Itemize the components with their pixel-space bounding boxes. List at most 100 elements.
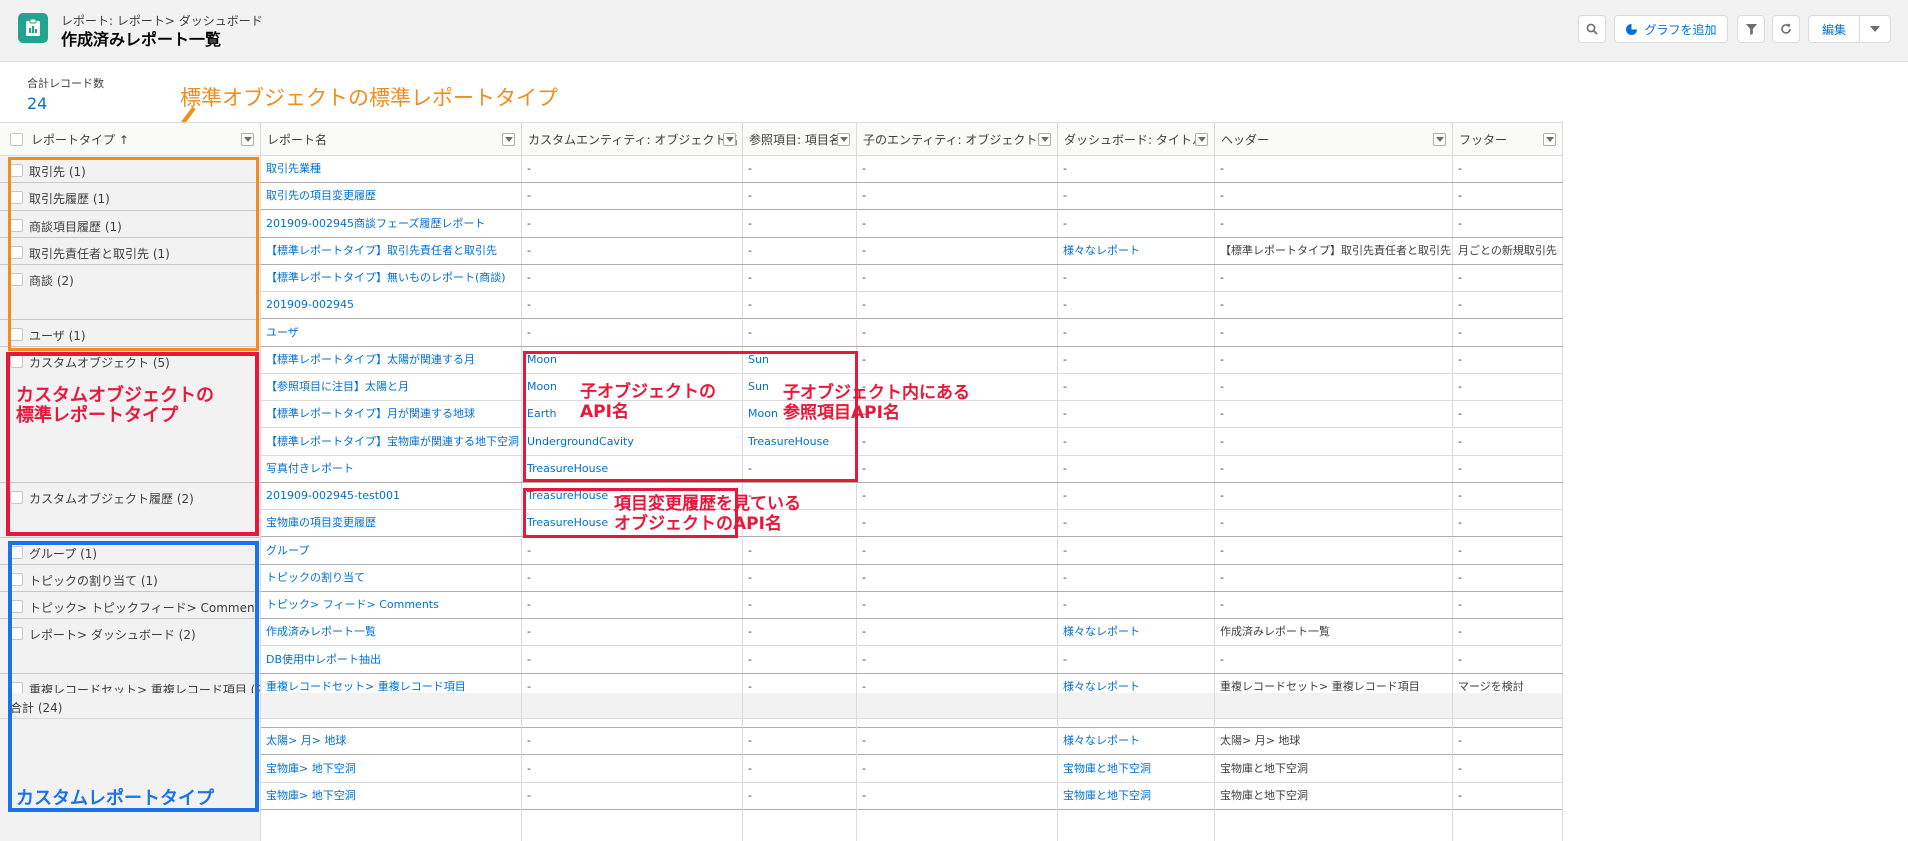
group-cell[interactable]: グループ (1) [0, 537, 261, 565]
search-button[interactable] [1578, 15, 1606, 43]
add-chart-button[interactable]: グラフを追加 [1614, 15, 1728, 43]
edit-button[interactable]: 編集 [1808, 15, 1860, 43]
table-cell: - [1453, 537, 1563, 564]
group-checkbox[interactable] [10, 600, 23, 613]
column-menu-icon[interactable] [241, 133, 254, 146]
edit-menu-button[interactable] [1859, 15, 1891, 43]
table-cell: - [1215, 183, 1453, 210]
report-name-link[interactable]: ユーザ [261, 319, 522, 346]
column-header-5[interactable]: ダッシュボード: タイトル [1058, 123, 1215, 156]
report-name-link[interactable]: グループ [261, 537, 522, 564]
report-name-link[interactable]: 写真付きレポート [261, 455, 522, 482]
report-name-link[interactable]: 宝物庫の項目変更履歴 [261, 510, 522, 537]
report-name-link[interactable]: 取引先の項目変更履歴 [261, 183, 522, 210]
group-cell[interactable]: ユーザ (1) [0, 319, 261, 347]
page-header: レポート: レポート> ダッシュボード 作成済みレポート一覧 グラフを追加 編集 [0, 0, 1908, 62]
table-cell[interactable]: 様々なレポート [1058, 237, 1215, 264]
report-name-link[interactable]: 取引先業種 [261, 156, 522, 182]
table-cell: - [1453, 401, 1563, 428]
report-name-link[interactable]: トピックの割り当て [261, 564, 522, 591]
group-cell[interactable]: 取引先 (1) [0, 156, 261, 184]
table-cell: - [1215, 428, 1453, 455]
report-name-link[interactable]: 【標準レポートタイプ】宝物庫が関連する地下空洞 [261, 428, 522, 455]
report-name-link[interactable]: 【標準レポートタイプ】太陽が関連する月 [261, 346, 522, 373]
group-checkbox[interactable] [10, 218, 23, 232]
table-cell: 【標準レポートタイプ】取引先責任者と取引先 [1215, 237, 1453, 264]
table-cell: - [1215, 210, 1453, 237]
table-cell: - [1453, 210, 1563, 237]
column-header-4[interactable]: 子のエンティティ: オブジェクト名 [857, 123, 1058, 156]
report-name-link[interactable]: 【標準レポートタイプ】取引先責任者と取引先 [261, 237, 522, 264]
report-name-link[interactable]: 【参照項目に注目】太陽と月 [261, 374, 522, 400]
group-label: カスタムオブジェクト (5) [29, 355, 170, 370]
table-row: 201909-002945商談フェーズ履歴レポート - - - - - - [261, 210, 1563, 238]
group-label: 取引先履歴 (1) [29, 192, 110, 207]
group-checkbox[interactable] [10, 327, 23, 341]
table-cell[interactable]: TreasureHouse [743, 428, 857, 455]
group-cell[interactable]: 取引先責任者と取引先 (1) [0, 237, 261, 265]
table-cell: - [1215, 319, 1453, 346]
group-checkbox[interactable] [10, 191, 23, 205]
table-cell: - [743, 292, 857, 319]
group-cell[interactable]: トピック> トピックフィード> Comments (1) [0, 592, 261, 620]
group-checkbox[interactable] [10, 245, 23, 259]
group-checkbox[interactable] [10, 354, 23, 368]
column-header-0[interactable]: レポートタイプ ↑ [0, 123, 261, 156]
table-cell[interactable]: TreasureHouse [522, 455, 743, 482]
column-menu-icon[interactable] [1038, 133, 1051, 146]
select-all-checkbox[interactable] [10, 133, 23, 146]
group-checkbox[interactable] [10, 491, 23, 504]
group-cell[interactable]: レポート> ダッシュボード (2) [0, 619, 261, 674]
group-checkbox[interactable] [10, 164, 23, 177]
group-cell[interactable]: 商談 (2) [0, 265, 261, 320]
refresh-button[interactable] [1772, 15, 1800, 43]
column-header-1[interactable]: レポート名 [261, 123, 522, 156]
report-name-link[interactable]: トピック> フィード> Comments [261, 592, 522, 618]
group-cell[interactable]: 商談項目履歴 (1) [0, 210, 261, 238]
table-cell: - [522, 564, 743, 591]
report-name-link[interactable]: 201909-002945-test001 [261, 483, 522, 509]
search-icon [1586, 23, 1598, 35]
table-cell: - [743, 619, 857, 646]
column-menu-icon[interactable] [723, 133, 736, 146]
group-checkbox[interactable] [10, 572, 23, 586]
table-cell[interactable]: 様々なレポート [1058, 619, 1215, 646]
report-name-link[interactable]: 201909-002945 [261, 292, 522, 319]
report-name-link[interactable]: 作成済みレポート一覧 [261, 619, 522, 646]
table-cell: - [1453, 265, 1563, 291]
group-checkbox[interactable] [10, 627, 23, 641]
report-name-link[interactable]: DB使用中レポート抽出 [261, 646, 522, 673]
table-cell: - [1058, 210, 1215, 237]
table-cell: - [743, 537, 857, 564]
column-menu-icon[interactable] [502, 133, 515, 146]
column-header-6[interactable]: ヘッダー [1215, 123, 1453, 156]
filter-button[interactable] [1737, 15, 1765, 43]
group-label: トピック> トピックフィード> Comments (1) [29, 601, 261, 615]
column-menu-icon[interactable] [1433, 133, 1446, 146]
table-cell: - [1058, 428, 1215, 455]
table-cell: - [522, 183, 743, 210]
column-header-label: 子のエンティティ: オブジェクト名 [863, 133, 1050, 147]
group-cell[interactable]: トピックの割り当て (1) [0, 564, 261, 592]
column-header-3[interactable]: 参照項目: 項目名 [743, 123, 857, 156]
group-checkbox[interactable] [10, 273, 23, 286]
column-header-7[interactable]: フッター [1453, 123, 1563, 156]
group-checkbox[interactable] [10, 545, 23, 559]
report-name-link[interactable]: 201909-002945商談フェーズ履歴レポート [261, 210, 522, 237]
table-cell: - [1215, 156, 1453, 182]
report-name-link[interactable]: 【標準レポートタイプ】月が関連する地球 [261, 401, 522, 428]
annotation-ref-api: 子オブジェクト内にある 参照項目API名 [783, 383, 970, 423]
table-cell[interactable]: UndergroundCavity [522, 428, 743, 455]
column-header-2[interactable]: カスタムエンティティ: オブジェクト名 [522, 123, 743, 156]
column-menu-icon[interactable] [837, 133, 850, 146]
table-cell[interactable]: Moon [522, 346, 743, 373]
column-menu-icon[interactable] [1195, 133, 1208, 146]
table-row: 【標準レポートタイプ】太陽が関連する月 Moon Sun - - - - [261, 346, 1563, 374]
report-name-link[interactable]: 【標準レポートタイプ】無いものレポート(商談) [261, 265, 522, 291]
column-menu-icon[interactable] [1543, 133, 1556, 146]
table-cell: - [743, 183, 857, 210]
group-cell[interactable]: カスタムオブジェクト履歴 (2) [0, 483, 261, 538]
grand-total-row: 合計 (24) [0, 693, 1563, 719]
table-cell[interactable]: Sun [743, 346, 857, 373]
group-cell[interactable]: 取引先履歴 (1) [0, 183, 261, 211]
